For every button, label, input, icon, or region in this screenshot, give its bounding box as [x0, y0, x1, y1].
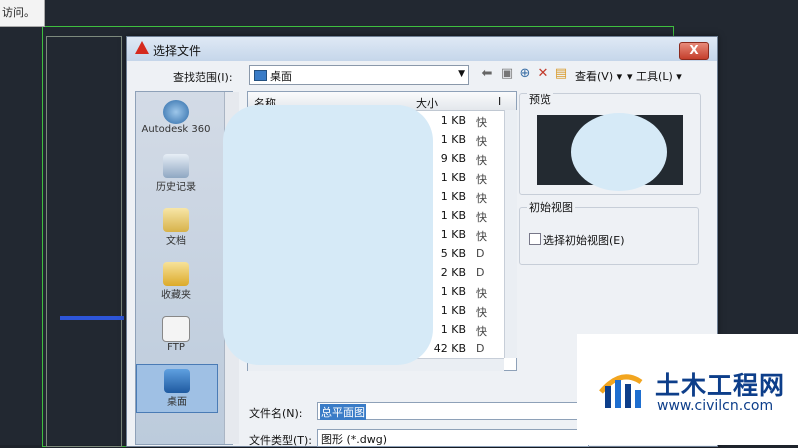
drawing-line [60, 316, 124, 320]
file-type: D [476, 342, 485, 355]
place-label: 历史记录 [156, 182, 196, 193]
vertical-scrollbar[interactable] [504, 110, 517, 358]
view-menu-button[interactable]: 查看(V) ▾ [575, 68, 622, 84]
preview-label: 预览 [527, 91, 553, 107]
view-label: 查看(V) [575, 70, 614, 83]
file-type: 快 [476, 211, 487, 224]
delete-icon[interactable]: ✕ [535, 67, 551, 81]
place-favorites[interactable]: 收藏夹 [136, 262, 216, 301]
folder-icon [163, 208, 189, 232]
file-type: 快 [476, 230, 487, 243]
title-bar[interactable]: 选择文件 X [127, 37, 717, 61]
select-initial-view-label: 选择初始视图(E) [543, 234, 625, 247]
file-type: 快 [476, 135, 487, 148]
close-button[interactable]: X [679, 42, 709, 60]
search-icon[interactable]: ⊕ [517, 67, 533, 81]
watermark-logo-icon [599, 374, 643, 408]
column-type[interactable]: I [498, 95, 501, 108]
initial-view-label: 初始视图 [527, 199, 575, 215]
file-type: 快 [476, 325, 487, 338]
file-name-label: 文件名(N): [249, 407, 303, 420]
place-label: 收藏夹 [161, 290, 191, 301]
file-type: 快 [476, 116, 487, 129]
watermark-title: 土木工程网 [655, 371, 786, 400]
watermark-url: www.civilcn.com [657, 398, 774, 414]
place-history[interactable]: 历史记录 [136, 154, 216, 193]
tools-menu-button[interactable]: ▾ 工具(L) ▾ [627, 68, 682, 84]
file-type-dropdown[interactable]: 图形 (*.dwg) [317, 429, 589, 447]
new-folder-icon[interactable]: ▤ [553, 67, 569, 81]
favorites-folder-icon [163, 262, 189, 286]
file-type-label: 文件类型(T): [249, 434, 313, 447]
back-arrow-icon[interactable]: ⬅ [479, 67, 495, 81]
file-type: 快 [476, 192, 487, 205]
look-in-value: 桌面 [270, 70, 292, 83]
file-name-value: 总平面图 [320, 404, 366, 420]
place-label: Autodesk 360 [141, 124, 211, 135]
cloud-icon [163, 100, 189, 124]
file-type: 快 [476, 154, 487, 167]
desktop-icon [164, 369, 190, 393]
up-folder-icon[interactable]: ▣ [499, 67, 515, 81]
place-documents[interactable]: 文档 [136, 208, 216, 247]
place-label: 文档 [166, 236, 186, 247]
ftp-icon [162, 316, 190, 342]
autocad-logo-icon [135, 41, 149, 54]
file-type: 快 [476, 287, 487, 300]
file-type: 快 [476, 173, 487, 186]
file-type: D [476, 266, 485, 279]
chevron-down-icon: ▼ [458, 69, 465, 79]
preview-overlay [571, 113, 667, 191]
dialog-title: 选择文件 [153, 44, 202, 58]
history-icon [163, 154, 189, 178]
look-in-label: 查找范围(I): [173, 71, 233, 84]
tools-label: 工具(L) [636, 70, 673, 83]
place-autodesk-360[interactable]: Autodesk 360 [136, 100, 216, 135]
places-bar: Autodesk 360 历史记录 文档 收藏夹 FTP 桌面 [135, 91, 239, 445]
place-ftp[interactable]: FTP [136, 316, 216, 353]
column-size[interactable]: 大小 [416, 95, 438, 111]
desktop-icon [254, 70, 267, 81]
place-desktop[interactable]: 桌面 [136, 364, 218, 413]
select-initial-view-checkbox[interactable] [529, 233, 541, 245]
redaction-overlay [223, 105, 433, 365]
status-text: 访问。 [0, 0, 45, 27]
drawing-outline [46, 36, 122, 447]
look-in-dropdown[interactable]: 桌面 ▼ [249, 65, 469, 85]
file-type: 快 [476, 306, 487, 319]
place-label: FTP [167, 342, 185, 353]
file-name-input[interactable]: 总平面图 [317, 402, 589, 420]
file-type: D [476, 247, 485, 260]
watermark: 土木工程网 www.civilcn.com [577, 334, 798, 445]
place-label: 桌面 [167, 397, 187, 408]
